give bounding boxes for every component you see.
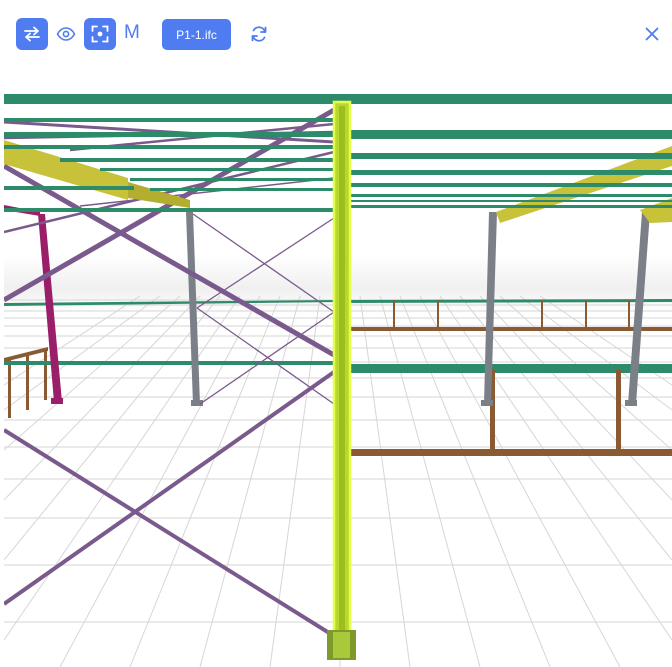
swap-button[interactable]: [16, 18, 48, 50]
swap-arrows-icon: [24, 26, 40, 42]
brown-rail-near: [350, 370, 672, 456]
viewer-toolbar: M P1-1.ifc: [0, 0, 672, 70]
mode-m-button[interactable]: M: [124, 22, 140, 44]
close-icon: [645, 27, 659, 41]
3d-model-viewport[interactable]: [4, 70, 672, 667]
file-name-button[interactable]: P1-1.ifc: [162, 19, 231, 50]
refresh-icon: [251, 26, 267, 42]
close-button[interactable]: [640, 18, 664, 50]
focus-button[interactable]: [84, 18, 116, 50]
eye-icon: [56, 27, 76, 41]
visibility-button[interactable]: [52, 18, 80, 50]
structure-scene: [4, 94, 672, 667]
focus-frame-icon: [91, 25, 109, 43]
reload-button[interactable]: [245, 18, 273, 50]
